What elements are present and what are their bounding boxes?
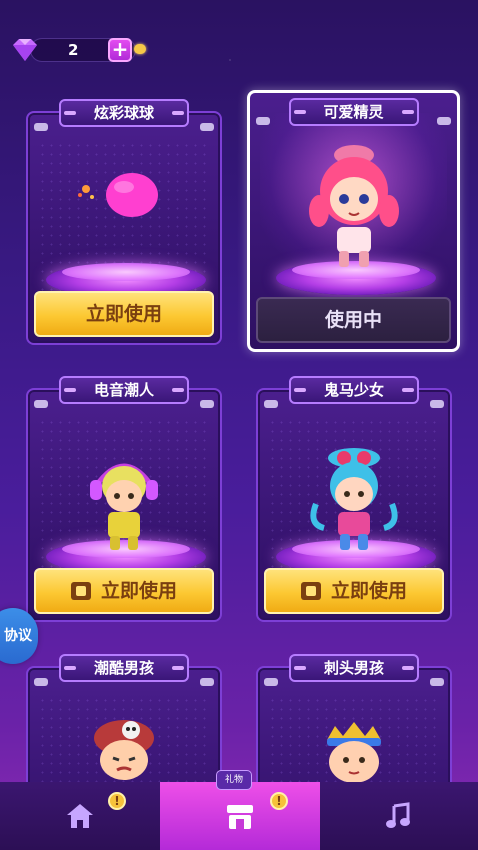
diamond-icon [13, 39, 37, 61]
skin-card-edm-trendsetter[interactable]: 电音潮人 立即使用 [26, 376, 222, 622]
spotlight-icon [264, 400, 278, 408]
card-title: 刺头男孩 [289, 654, 419, 682]
coin-icon [134, 44, 146, 54]
spotlight-icon [437, 117, 451, 125]
use-now-label: 立即使用 [100, 580, 177, 602]
spotlight-icon [430, 678, 444, 686]
headphone-boy-character [90, 463, 158, 550]
gem-counter: 2 + [8, 36, 148, 64]
spotlight-icon [200, 400, 214, 408]
skin-card-ball[interactable]: 炫彩球球 立即使用 [26, 99, 222, 345]
skull-cap-boy-character [94, 720, 154, 780]
card-title: 可爱精灵 [288, 98, 419, 126]
card-title: 潮酷男孩 [59, 654, 189, 682]
music-note-icon [386, 802, 410, 828]
headband-boy-character [327, 722, 381, 783]
spotlight-icon [200, 678, 214, 686]
spotlight-icon [200, 123, 214, 131]
bottom-nav: ! 礼物 ! [0, 770, 478, 850]
use-now-label: 立即使用 [85, 303, 162, 325]
card-title: 电音潮人 [59, 376, 189, 404]
tab-home[interactable]: ! [0, 782, 160, 850]
pedestal-top [62, 263, 190, 281]
add-gems-button[interactable]: + [108, 38, 132, 62]
watch-ad-use-button[interactable]: 立即使用 [34, 568, 214, 614]
spotlight-icon [34, 123, 48, 131]
spotlight-icon [256, 117, 270, 125]
use-now-button[interactable]: 立即使用 [34, 291, 214, 337]
notification-badge: ! [270, 792, 288, 810]
gift-tag: 礼物 [216, 770, 252, 790]
spotlight-icon [34, 678, 48, 686]
in-use-button[interactable]: 使用中 [256, 297, 451, 343]
skin-card-cute-sprite[interactable]: 可爱精灵 使用中 [247, 90, 460, 352]
goggles-girl-character [310, 448, 398, 550]
home-icon [67, 804, 93, 828]
watch-ad-use-button[interactable]: 立即使用 [264, 568, 444, 614]
notification-badge: ! [108, 792, 126, 810]
video-ad-icon [70, 582, 91, 600]
pink-ball-character [78, 173, 158, 217]
card-title: 鬼马少女 [289, 376, 419, 404]
spotlight-icon [34, 400, 48, 408]
skin-card-quirky-girl[interactable]: 鬼马少女 立即使用 [256, 376, 452, 622]
agreement-button[interactable]: 协议 [0, 608, 38, 664]
spotlight-icon [430, 400, 444, 408]
gem-count: 2 [68, 41, 79, 59]
pink-hair-girl-character [308, 145, 399, 267]
shop-icon [227, 805, 253, 829]
tab-music[interactable] [318, 782, 478, 850]
card-title: 炫彩球球 [59, 99, 189, 127]
video-ad-icon [300, 582, 321, 600]
use-now-label: 立即使用 [330, 580, 407, 602]
spotlight-icon [264, 678, 278, 686]
in-use-label: 使用中 [324, 309, 382, 331]
tab-shop[interactable]: 礼物 ! [160, 770, 320, 850]
